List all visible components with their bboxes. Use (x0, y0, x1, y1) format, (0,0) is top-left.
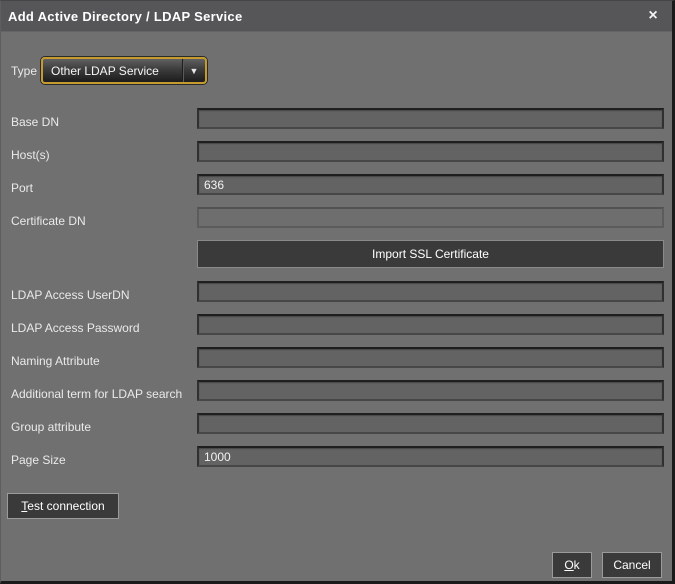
group-attribute-input[interactable] (197, 413, 664, 434)
group-attribute-label: Group attribute (11, 420, 91, 434)
dialog-title: Add Active Directory / LDAP Service (1, 9, 242, 24)
naming-attribute-input[interactable] (197, 347, 664, 368)
certificate-dn-input (197, 207, 664, 228)
cancel-label: Cancel (613, 558, 650, 572)
ok-label: k (574, 558, 580, 572)
ldap-access-password-input[interactable] (197, 314, 664, 335)
ok-button[interactable]: Ok (552, 552, 592, 578)
additional-term-input[interactable] (197, 380, 664, 401)
base-dn-input[interactable] (197, 108, 664, 129)
port-label: Port (11, 181, 33, 195)
ok-mnemonic: O (564, 558, 573, 572)
page-size-input[interactable] (197, 446, 664, 467)
ldap-access-userdn-label: LDAP Access UserDN (11, 288, 129, 302)
naming-attribute-label: Naming Attribute (11, 354, 100, 368)
test-connection-button[interactable]: Test connection (7, 493, 119, 519)
hosts-input[interactable] (197, 141, 664, 162)
ldap-access-password-label: LDAP Access Password (11, 321, 140, 335)
type-label: Type (11, 64, 37, 78)
test-connection-label: est connection (27, 499, 104, 513)
ldap-access-userdn-input[interactable] (197, 281, 664, 302)
base-dn-label: Base DN (11, 115, 59, 129)
import-ssl-certificate-label: Import SSL Certificate (372, 247, 489, 261)
hosts-label: Host(s) (11, 148, 50, 162)
port-input[interactable] (197, 174, 664, 195)
chevron-down-icon[interactable]: ▼ (182, 59, 205, 82)
add-ldap-service-dialog: Add Active Directory / LDAP Service × Ty… (0, 0, 675, 584)
close-icon[interactable]: × (642, 5, 664, 27)
page-size-label: Page Size (11, 453, 66, 467)
import-ssl-certificate-button[interactable]: Import SSL Certificate (197, 240, 664, 268)
type-dropdown[interactable]: Other LDAP Service ▼ (41, 57, 207, 84)
cancel-button[interactable]: Cancel (602, 552, 662, 578)
certificate-dn-label: Certificate DN (11, 214, 86, 228)
additional-term-label: Additional term for LDAP search (11, 387, 182, 401)
titlebar: Add Active Directory / LDAP Service × (1, 1, 672, 32)
type-dropdown-value: Other LDAP Service (43, 64, 182, 78)
